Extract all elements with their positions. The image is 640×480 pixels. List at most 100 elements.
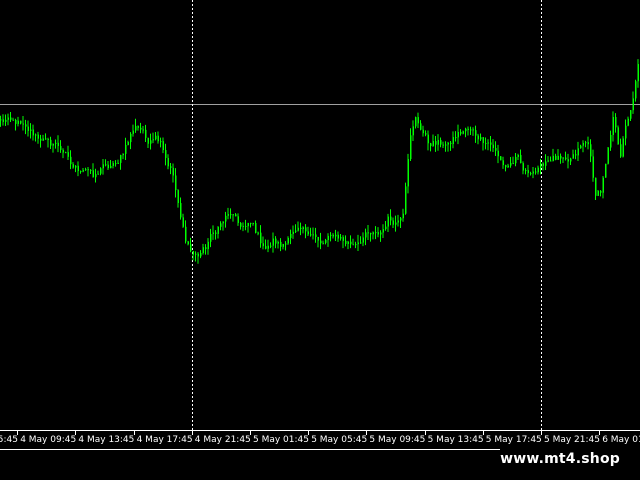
candle-body	[575, 154, 577, 156]
candle	[635, 79, 637, 102]
candle-body	[260, 232, 262, 244]
candle-body	[482, 137, 484, 144]
candle-body	[180, 203, 182, 218]
candle-body	[267, 245, 269, 249]
candle-body	[40, 138, 42, 141]
candle-body	[205, 247, 207, 250]
candle-body	[375, 232, 377, 234]
candle-body	[82, 170, 84, 172]
candle	[607, 147, 609, 165]
candle-body	[67, 152, 69, 157]
candle-body	[192, 250, 194, 255]
candle-body	[512, 163, 514, 165]
candle-body	[227, 214, 229, 216]
candle-body	[250, 222, 252, 224]
candle-body	[462, 131, 464, 134]
candle-body	[520, 154, 522, 164]
candle-body	[475, 130, 477, 136]
candle-body	[162, 141, 164, 151]
candle-body	[397, 220, 399, 223]
candle-body	[132, 130, 134, 134]
candle-body	[502, 160, 504, 166]
candle-body	[282, 244, 284, 247]
candle-body	[542, 163, 544, 166]
candle-body	[292, 231, 294, 234]
candle-body	[447, 142, 449, 145]
candle-body	[242, 225, 244, 227]
candle-body	[570, 158, 572, 162]
candle	[605, 163, 607, 178]
time-tick-label: 4 May 05:45	[0, 435, 18, 445]
candle-body	[632, 98, 634, 111]
candle-body	[137, 126, 139, 128]
candle-body	[587, 142, 589, 145]
candle-body	[442, 144, 444, 146]
candle-body	[90, 169, 92, 171]
candle-body	[515, 156, 517, 164]
candle-body	[607, 147, 609, 164]
candle-body	[455, 137, 457, 139]
candle-body	[140, 127, 142, 130]
candle-body	[627, 118, 629, 126]
candle-body	[322, 242, 324, 244]
candle-body	[187, 241, 189, 245]
candle-body	[5, 119, 7, 122]
candle-body	[15, 119, 17, 124]
candle-body	[100, 168, 102, 174]
candle-body	[22, 123, 24, 125]
candle-body	[102, 164, 104, 169]
candle-body	[605, 163, 607, 178]
candle-body	[620, 144, 622, 157]
candle-body	[165, 150, 167, 158]
candle-body	[617, 127, 619, 145]
candle-body	[382, 229, 384, 233]
candle	[405, 182, 407, 215]
candle-body	[147, 137, 149, 144]
time-tick-label: 5 May 01:45	[253, 435, 309, 445]
candle-body	[265, 246, 267, 249]
candle-body	[25, 124, 27, 127]
candle-body	[472, 129, 474, 131]
candle-body	[107, 164, 109, 169]
candle-body	[470, 129, 472, 131]
time-tick-label: 5 May 05:45	[311, 435, 367, 445]
candle-body	[112, 163, 114, 166]
candle-body	[332, 234, 334, 237]
watermark: www.mt4.shop	[500, 451, 620, 467]
candle-body	[402, 213, 404, 219]
candle-body	[230, 214, 232, 216]
candle-body	[445, 144, 447, 146]
candle-body	[135, 126, 137, 131]
candle-body	[562, 157, 564, 159]
candle	[622, 136, 624, 158]
candle-body	[602, 177, 604, 193]
candle-body	[315, 234, 317, 238]
candle-body	[422, 129, 424, 134]
candle-body	[252, 222, 254, 224]
candle-body	[337, 234, 339, 239]
candle-body	[437, 139, 439, 145]
time-tick-label: 4 May 17:45	[137, 435, 193, 445]
candle-body	[257, 232, 259, 234]
candle-body	[345, 240, 347, 244]
time-tick-label: 4 May 21:45	[195, 435, 251, 445]
candle-body	[440, 139, 442, 145]
candle-body	[202, 247, 204, 254]
candle-body	[255, 223, 257, 233]
candle-body	[370, 232, 372, 235]
candle-body	[120, 155, 122, 163]
time-tick-label: 5 May 09:45	[369, 435, 425, 445]
candle-body	[42, 138, 44, 141]
time-tick-label: 6 May 01:45	[602, 435, 640, 445]
candle-body	[20, 120, 22, 124]
candle-body	[157, 135, 159, 142]
candle-body	[385, 226, 387, 230]
candle-body	[85, 169, 87, 171]
candle-body	[285, 243, 287, 245]
candle-body	[245, 225, 247, 227]
candle-body	[277, 241, 279, 244]
candle-body	[10, 117, 12, 120]
candle-body	[232, 214, 234, 216]
candle-body	[335, 234, 337, 237]
candle-body	[307, 231, 309, 235]
